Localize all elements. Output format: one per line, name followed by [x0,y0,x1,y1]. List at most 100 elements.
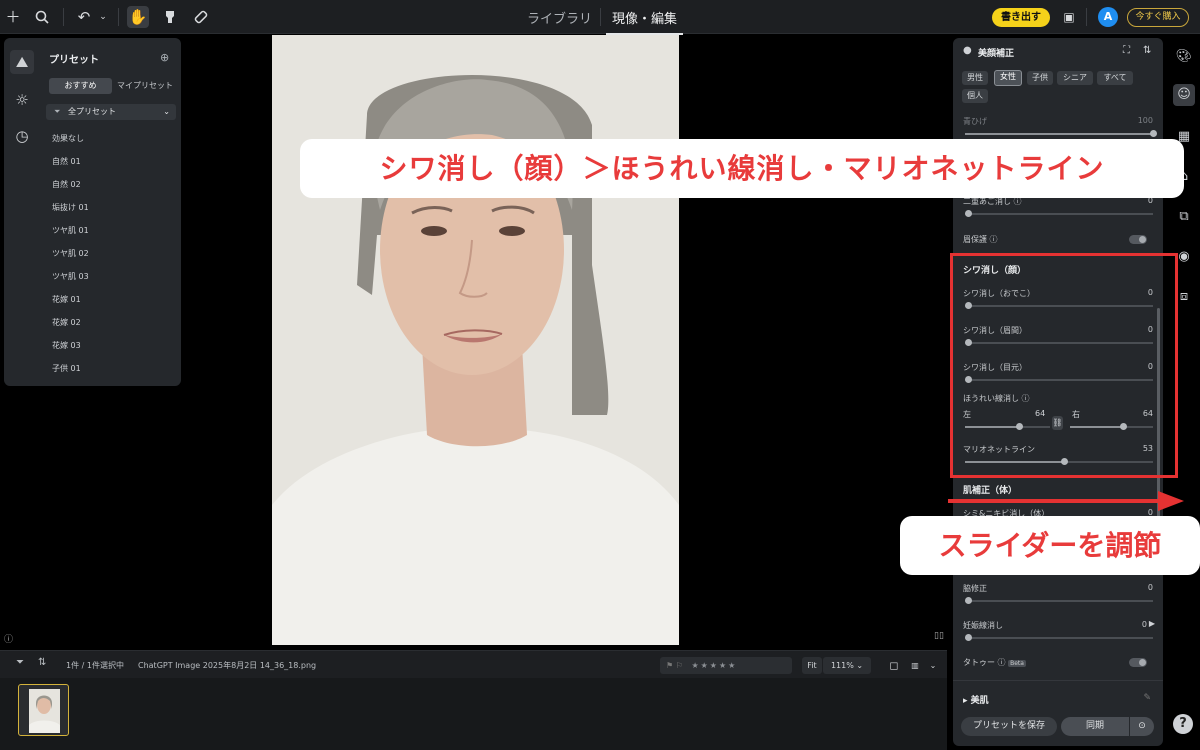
slider-armpit[interactable] [965,597,1153,604]
tab-divider [600,8,601,26]
preset-item[interactable]: ツヤ肌 01 [52,225,89,236]
slider-double-chin[interactable] [965,210,1153,217]
preset-mountain-icon[interactable]: ⛰ [10,50,34,74]
skin-section-title[interactable]: ▸ 美肌 [963,693,989,706]
filter-icon: ⏷ [54,107,61,116]
preset-title: プリセット [49,55,99,66]
panel-title: 美顔補正 [978,49,1015,59]
tab-develop-edit[interactable]: 現像・編集 [605,8,684,35]
filter-icon[interactable]: ⏷ [16,657,24,668]
face-retouch-icon[interactable]: ☺ [1173,84,1195,106]
palette-icon[interactable]: 🎨︎ [1173,46,1195,68]
book-icon[interactable]: ▯▯ [934,631,944,641]
eyebrow-protect-toggle[interactable] [1129,235,1147,244]
face-icon: ● [963,45,972,56]
slider-value: 0 [1147,583,1153,592]
zoom-select[interactable]: 111% ⌄ [823,657,871,674]
search-icon[interactable] [31,6,53,28]
chevron-down-icon[interactable]: ⌄ [926,657,940,674]
file-name: ChatGPT Image 2025年8月2日 14_36_18.png [138,661,317,670]
chip-female[interactable]: 女性 [994,70,1022,86]
slider-label: 青ひげ [963,117,987,126]
slider-stretch-marks[interactable] [965,634,1153,641]
history-icon[interactable]: ◷ [10,124,34,148]
chevron-down-icon: ⌄ [856,661,864,670]
single-view-icon[interactable]: ◻ [884,657,904,674]
eraser-icon[interactable] [190,6,212,28]
tab-my-presets[interactable]: マイプリセット [114,78,176,94]
sun-icon[interactable]: ☼ [10,88,34,112]
toolbar-divider [1086,8,1087,26]
slider-label: 脇修正 [963,584,987,593]
preset-item[interactable]: 花嫁 03 [52,340,81,351]
preset-item[interactable]: 垢抜け 01 [52,202,89,213]
info-icon[interactable]: ⓘ [4,632,13,645]
photo-canvas[interactable] [272,35,679,645]
beta-badge: Beta [1008,660,1026,667]
sync-button[interactable]: 同期 [1061,717,1129,736]
preset-select-value: 全プリセット [68,107,116,116]
help-icon[interactable]: ? [1173,714,1193,734]
top-toolbar: ＋ ↶ ⌄ ✋ ライブラリ 現像・編集 書き出す ▣ A 今すぐ購入 [0,0,1200,35]
star-rating[interactable]: ★★★★★ [691,661,737,670]
chip-senior[interactable]: シニア [1057,71,1093,85]
toolbar-divider [118,8,119,26]
preset-item[interactable]: 自然 02 [52,179,81,190]
plus-icon[interactable]: ＋ [2,6,24,28]
zoom-value: 111% [830,661,854,670]
compare-view-icon[interactable]: ▥ [906,657,924,674]
preset-item[interactable]: ツヤ肌 02 [52,248,89,259]
caret-right-icon[interactable]: ▶ [1149,619,1155,628]
preset-panel: ⛰ ☼ ◷ プリセット ⊕ おすすめ マイプリセット ⏷ 全プリセット ⌄ 効果… [4,38,181,386]
chip-child[interactable]: 子供 [1027,71,1053,85]
selection-count: 1件 / 1件選択中 [66,661,124,670]
preset-item[interactable]: 花嫁 01 [52,294,81,305]
rating-bar[interactable]: ⚑ ⚐ ★★★★★ [660,657,792,674]
eyebrow-protect-label: 眉保護 ⓘ [963,235,998,244]
tattoo-label: タトゥー ⓘ Beta [963,658,1026,667]
slider-value: 100 [1137,116,1153,125]
brush-icon[interactable] [159,6,181,28]
chevron-down-icon: ⌄ [163,107,170,116]
preset-item[interactable]: 効果なし [52,133,84,144]
divider [953,680,1163,681]
fit-button[interactable]: Fit [802,657,822,674]
highlight-box [950,253,1178,478]
chip-individual[interactable]: 個人 [962,89,988,103]
tab-library[interactable]: ライブラリ [527,8,592,27]
sort-icon[interactable]: ⇅ [38,657,46,668]
red-arrow-icon [948,491,1184,511]
chip-all[interactable]: すべて [1097,71,1133,85]
hand-icon[interactable]: ✋ [127,6,149,28]
preset-item[interactable]: 子供 01 [52,363,81,374]
preset-item[interactable]: 自然 01 [52,156,81,167]
chip-male[interactable]: 男性 [962,71,988,85]
crop-icon[interactable]: ⧉ [1173,206,1195,228]
preset-item[interactable]: 花嫁 02 [52,317,81,328]
tattoo-toggle[interactable] [1129,658,1147,667]
save-preset-button[interactable]: プリセットを保存 [961,717,1057,736]
preset-item[interactable]: ツヤ肌 03 [52,271,89,282]
toolbar-divider [63,8,64,26]
photo-thumbnail[interactable] [18,684,69,736]
add-preset-icon[interactable]: ⊕ [160,51,169,64]
flag-icon[interactable]: ⚑ ⚐ [666,661,683,670]
export-button[interactable]: 書き出す [992,8,1050,27]
buy-now-button[interactable]: 今すぐ購入 [1127,8,1189,27]
compare-icon[interactable]: ▣ [1058,6,1080,28]
annotation-callout-top: シワ消し（顔）＞ほうれい線消し・マリオネットライン [300,139,1184,198]
portrait-image [272,35,679,645]
slider-label: 妊娠線消し [963,621,1003,630]
sync-settings-icon[interactable]: ⊙ [1130,717,1154,736]
preset-filter-select[interactable]: ⏷ 全プリセット ⌄ [46,104,176,120]
face-detect-icon[interactable]: ⛶ [1123,45,1130,56]
reset-icon[interactable]: ⇅ [1143,45,1151,56]
annotation-callout-bottom: スライダーを調節 [900,516,1200,575]
slider-beard[interactable] [965,130,1157,137]
filmstrip [0,678,947,750]
tab-recommended[interactable]: おすすめ [49,78,112,94]
avatar[interactable]: A [1098,7,1118,27]
brush-icon[interactable]: ✎ [1143,693,1151,703]
slider-value: 0 [1141,620,1147,629]
chevron-down-icon[interactable]: ⌄ [92,6,114,28]
